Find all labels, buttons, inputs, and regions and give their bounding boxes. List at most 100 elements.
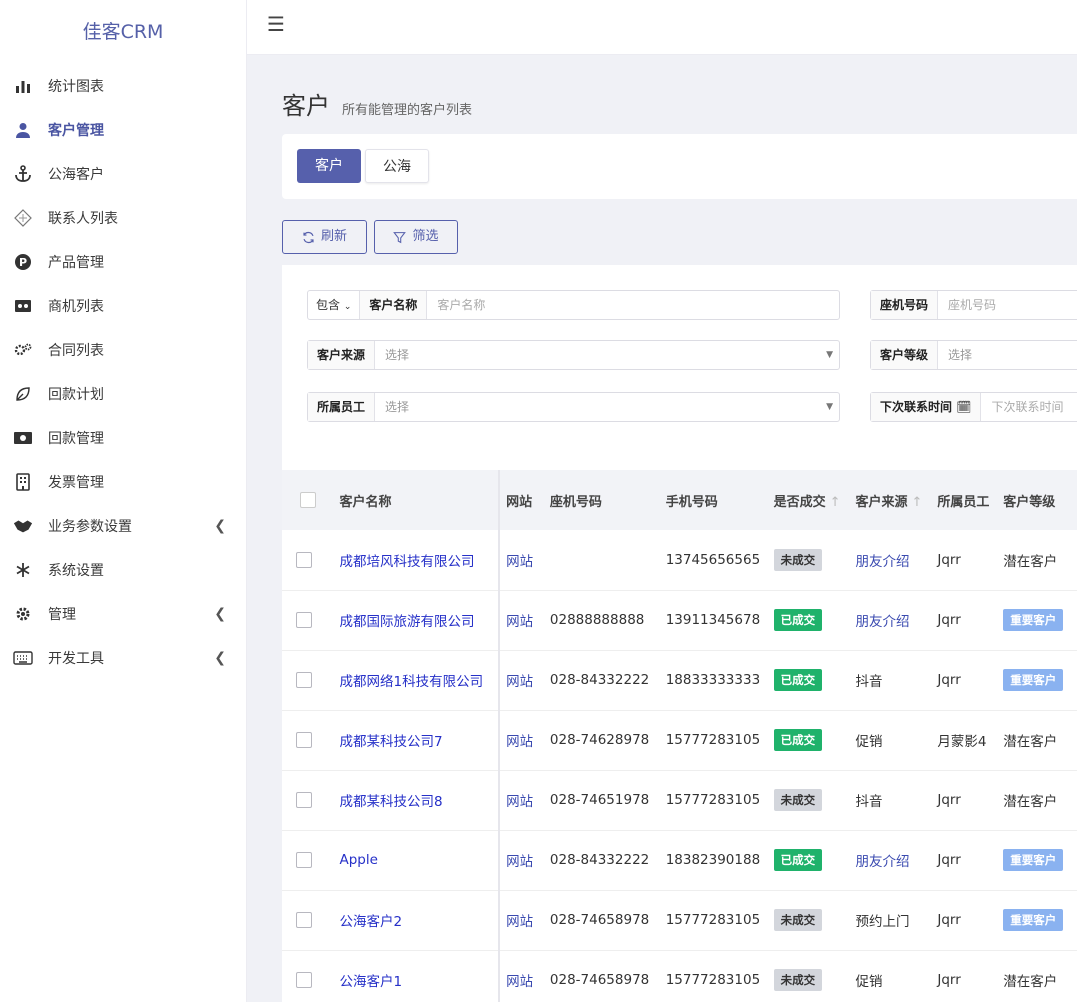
- website-cell: 网站: [499, 890, 544, 951]
- table-row[interactable]: 成都某科技公司7 网站 028-74628978 15777283105 已成交 促销 月蒙…: [282, 710, 1077, 771]
- source-select[interactable]: 选择 ▼: [375, 341, 839, 369]
- caret-down-icon: ▼: [826, 350, 833, 360]
- table-row[interactable]: 成都某科技公司8 网站 028-74651978 15777283105 未成交 抖音 Jq…: [282, 770, 1077, 831]
- row-checkbox[interactable]: [296, 912, 312, 928]
- customer-name-link[interactable]: 成都某科技公司7: [340, 734, 443, 750]
- website-link[interactable]: 网站: [506, 674, 533, 690]
- source-value: 促销: [855, 974, 883, 990]
- source-value: 促销: [855, 734, 883, 750]
- row-checkbox[interactable]: [296, 732, 312, 748]
- filter-button[interactable]: 筛选: [374, 220, 458, 254]
- header-source[interactable]: 客户来源 ↑: [849, 470, 932, 530]
- next-contact-input[interactable]: [981, 393, 1077, 421]
- deal-cell: 已成交: [767, 710, 850, 771]
- source-value[interactable]: 朋友介绍: [855, 614, 909, 630]
- table-row[interactable]: 成都国际旅游有限公司 网站 02888888888 13911345678 已成交 朋友介…: [282, 590, 1077, 651]
- level-cell: 潜在客户: [997, 770, 1077, 831]
- customer-name-cell: Apple: [333, 830, 501, 891]
- sidebar-item-0[interactable]: 统计图表: [0, 64, 246, 108]
- sidebar-item-12[interactable]: 管理 ❮: [0, 592, 246, 636]
- website-link[interactable]: 网站: [506, 854, 533, 870]
- sidebar-item-2[interactable]: 公海客户: [0, 152, 246, 196]
- source-cell: 抖音: [849, 770, 932, 831]
- customer-name-input[interactable]: [427, 291, 839, 319]
- match-operator-dropdown[interactable]: 包含 ⌄: [308, 291, 361, 319]
- website-link[interactable]: 网站: [506, 794, 533, 810]
- website-link[interactable]: 网站: [506, 554, 533, 570]
- website-link[interactable]: 网站: [506, 734, 533, 750]
- brand-logo[interactable]: 佳客CRM: [0, 0, 246, 64]
- table-header-row: 客户名称 网站 座机号码 手机号码 是否成交 ↑ 客户来源 ↑ 所属员工 客户等级: [282, 470, 1077, 530]
- customer-name-link[interactable]: 公海客户2: [340, 914, 403, 930]
- level-cell: 重要客户: [997, 590, 1077, 651]
- table-row[interactable]: 成都网络1科技有限公司 网站 028-84332222 18833333333 已成交 抖…: [282, 650, 1077, 711]
- sidebar-item-3[interactable]: 联系人列表: [0, 196, 246, 240]
- source-cell: 朋友介绍: [849, 530, 932, 591]
- filter-label: 筛选: [412, 229, 439, 244]
- website-link[interactable]: 网站: [506, 974, 533, 990]
- landline-cell: 028-74628978: [543, 710, 660, 771]
- customer-name-cell: 成都某科技公司7: [333, 710, 501, 771]
- page-header: 客户 所有能管理的客户列表: [282, 86, 472, 121]
- sidebar-item-6[interactable]: 合同列表: [0, 328, 246, 372]
- sidebar-item-9[interactable]: 发票管理: [0, 460, 246, 504]
- staff-label: 所属员工: [308, 393, 376, 421]
- select-all-checkbox[interactable]: [300, 492, 316, 508]
- header-customer-name[interactable]: 客户名称: [333, 470, 501, 530]
- sidebar-item-1[interactable]: 客户管理: [0, 108, 246, 152]
- handshake-icon: [13, 516, 33, 536]
- sidebar-item-13[interactable]: 开发工具 ❮: [0, 636, 246, 680]
- chevron-left-icon: ❮: [214, 518, 226, 534]
- tab-public-pool[interactable]: 公海: [365, 149, 429, 183]
- customer-name-link[interactable]: Apple: [340, 852, 378, 868]
- customer-name-link[interactable]: 成都国际旅游有限公司: [340, 614, 475, 630]
- mobile-cell: 18382390188: [659, 830, 768, 891]
- level-value: 潜在客户: [1003, 553, 1058, 570]
- website-link[interactable]: 网站: [506, 614, 533, 630]
- sidebar-item-8[interactable]: 回款管理: [0, 416, 246, 460]
- level-cell: 重要客户: [997, 890, 1077, 951]
- level-value: 潜在客户: [1003, 734, 1058, 750]
- landline-cell: 028-84332222: [543, 650, 660, 711]
- customer-name-link[interactable]: 公海客户1: [340, 974, 403, 990]
- level-select[interactable]: 选择: [938, 341, 1077, 369]
- sidebar-item-7[interactable]: 回款计划: [0, 372, 246, 416]
- table-row[interactable]: 公海客户2 网站 028-74658978 15777283105 未成交 预约上门 Jqr…: [282, 890, 1077, 951]
- sidebar-item-11[interactable]: 系统设置: [0, 548, 246, 592]
- table-row[interactable]: 公海客户1 网站 028-74658978 15777283105 未成交 促销 Jqrr 潜…: [282, 950, 1077, 1002]
- customer-name-link[interactable]: 成都网络1科技有限公司: [340, 674, 484, 690]
- refresh-icon: [303, 231, 314, 243]
- sidebar-item-4[interactable]: P 产品管理: [0, 240, 246, 284]
- customer-name-link[interactable]: 成都某科技公司8: [340, 794, 443, 810]
- row-checkbox[interactable]: [296, 972, 312, 988]
- deal-cell: 未成交: [767, 530, 850, 591]
- source-value[interactable]: 朋友介绍: [855, 554, 909, 570]
- row-checkbox[interactable]: [296, 612, 312, 628]
- source-cell: 促销: [849, 950, 932, 1002]
- menu-toggle-icon[interactable]: ☰: [267, 12, 285, 36]
- source-value[interactable]: 朋友介绍: [855, 854, 909, 870]
- row-checkbox[interactable]: [296, 551, 312, 568]
- sidebar-item-10[interactable]: 业务参数设置 ❮: [0, 504, 246, 548]
- customer-name-link[interactable]: 成都培风科技有限公司: [340, 554, 475, 570]
- tab-customers[interactable]: 客户: [297, 149, 361, 183]
- asterisk-icon: [13, 560, 33, 580]
- table-row[interactable]: Apple 网站 028-84332222 18382390188 已成交 朋友介绍 Jqr…: [282, 830, 1077, 891]
- header-deal[interactable]: 是否成交 ↑: [767, 470, 850, 530]
- row-checkbox[interactable]: [296, 852, 312, 868]
- deal-status-badge: 已成交: [773, 729, 823, 751]
- table-row[interactable]: 成都培风科技有限公司 网站 13745656565 未成交 朋友介绍 Jqrr 潜在客户: [282, 530, 1077, 591]
- staff-select[interactable]: 选择 ▼: [375, 393, 839, 421]
- mobile-cell: 15777283105: [659, 950, 768, 1002]
- row-select-cell: [282, 590, 334, 651]
- user-icon: [13, 120, 33, 140]
- website-link[interactable]: 网站: [506, 914, 533, 930]
- customer-name-cell: 成都培风科技有限公司: [333, 530, 501, 591]
- sidebar-item-label: 系统设置: [48, 563, 104, 579]
- gear-icon: [13, 604, 33, 624]
- sidebar-item-5[interactable]: 商机列表: [0, 284, 246, 328]
- refresh-button[interactable]: 刷新: [282, 220, 367, 254]
- landline-input[interactable]: [938, 291, 1077, 319]
- row-checkbox[interactable]: [296, 672, 312, 688]
- row-checkbox[interactable]: [296, 792, 312, 808]
